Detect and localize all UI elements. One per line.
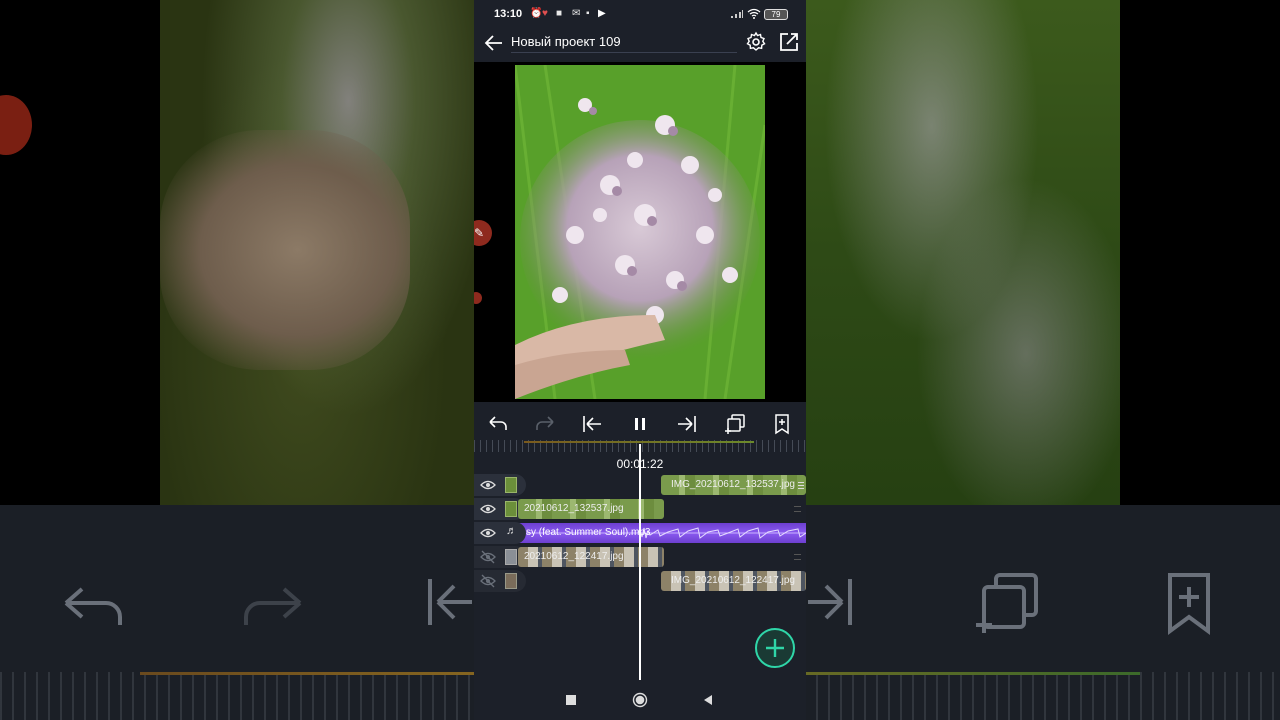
track-handle[interactable] bbox=[474, 570, 526, 592]
visibility-eye-icon[interactable] bbox=[480, 525, 496, 541]
battery-indicator: 79 bbox=[764, 9, 788, 20]
track-handle[interactable]: ♬ bbox=[474, 522, 526, 544]
timeline-clip[interactable]: IMG_20210612_122417.jpg bbox=[661, 571, 806, 591]
background-bookmark-icon bbox=[1168, 573, 1210, 635]
video-preview[interactable]: ✎ bbox=[474, 62, 806, 402]
camera-icon: ▪ bbox=[586, 8, 590, 19]
bookmark-add-icon[interactable] bbox=[770, 412, 794, 436]
track-handle[interactable] bbox=[474, 474, 526, 496]
clip-label: IMG_20210612_132537.jpg bbox=[671, 479, 795, 490]
music-note-icon: ♬ bbox=[506, 525, 517, 537]
wifi-icon bbox=[747, 8, 761, 19]
app-notification-icon: ♥ bbox=[542, 8, 548, 19]
add-media-button[interactable] bbox=[755, 628, 795, 668]
android-nav-bar bbox=[474, 680, 806, 720]
background-redo-icon bbox=[244, 587, 302, 625]
background-blur-right bbox=[806, 0, 1120, 505]
project-title[interactable]: Новый проект 109 bbox=[511, 34, 621, 49]
audio-clip[interactable]: sy (feat. Summer Soul).mp3 bbox=[518, 523, 806, 543]
top-bar: Новый проект 109 bbox=[474, 26, 806, 62]
edge-indicator-dot bbox=[474, 292, 482, 304]
preview-photo bbox=[515, 65, 765, 399]
track-thumbnail bbox=[505, 477, 517, 493]
visibility-eye-icon[interactable] bbox=[480, 477, 496, 493]
plus-icon bbox=[766, 639, 784, 657]
phone-screen: 13:10 ⏰ ♥ ■ ✉ ▪ ▶ 79 Новый проект 109 ✎ … bbox=[474, 0, 806, 720]
skip-start-icon[interactable] bbox=[580, 412, 604, 436]
playhead[interactable] bbox=[639, 444, 641, 680]
background-skip-end-icon bbox=[808, 579, 852, 625]
youtube-icon: ▶ bbox=[598, 8, 606, 19]
duplicate-icon[interactable] bbox=[723, 412, 747, 436]
background-hand bbox=[160, 130, 410, 370]
visibility-hidden-eye-icon[interactable] bbox=[480, 573, 496, 589]
home-circle-icon[interactable] bbox=[632, 692, 648, 708]
track-thumbnail bbox=[505, 549, 517, 565]
signal-icon bbox=[731, 10, 743, 18]
mail-icon: ✉ bbox=[572, 8, 581, 19]
alarm-icon: ⏰ bbox=[530, 8, 543, 19]
edit-brush-button[interactable]: ✎ bbox=[474, 220, 492, 246]
video-icon: ■ bbox=[556, 8, 563, 19]
timeline-progress bbox=[524, 441, 754, 443]
background-undo-icon bbox=[64, 587, 122, 625]
clip-label: IMG_20210612_122417.jpg bbox=[671, 575, 795, 586]
background-duplicate-icon bbox=[976, 573, 1038, 633]
back-triangle-icon[interactable] bbox=[700, 692, 716, 708]
visibility-hidden-eye-icon[interactable] bbox=[480, 549, 496, 565]
background-blur-left bbox=[160, 0, 474, 505]
status-time: 13:10 bbox=[494, 8, 523, 20]
visibility-eye-icon[interactable] bbox=[480, 501, 496, 517]
track-menu-icon[interactable] bbox=[794, 506, 801, 512]
timeline-clip[interactable]: IMG_20210612_132537.jpg bbox=[661, 475, 806, 495]
clip-label: 20210612_132537.jpg bbox=[524, 503, 624, 514]
undo-icon[interactable] bbox=[486, 412, 510, 436]
gear-icon[interactable] bbox=[744, 30, 768, 54]
track-thumbnail bbox=[505, 501, 517, 517]
background-skip-start-icon bbox=[428, 579, 472, 625]
clip-label: 20210612_122417.jpg bbox=[524, 551, 624, 562]
flowers-illustration bbox=[515, 65, 765, 399]
redo-icon[interactable] bbox=[533, 412, 557, 436]
timeline-clip[interactable]: 20210612_122417.jpg bbox=[518, 547, 664, 567]
pause-icon[interactable] bbox=[628, 412, 652, 436]
skip-end-icon[interactable] bbox=[675, 412, 699, 436]
title-underline bbox=[511, 52, 737, 53]
track-thumbnail bbox=[505, 573, 517, 589]
timeline-clip[interactable]: 20210612_132537.jpg bbox=[518, 499, 664, 519]
back-arrow-icon[interactable] bbox=[482, 31, 506, 55]
export-icon[interactable] bbox=[777, 30, 801, 54]
clip-label: sy (feat. Summer Soul).mp3 bbox=[526, 527, 651, 538]
status-bar: 13:10 ⏰ ♥ ■ ✉ ▪ ▶ 79 bbox=[474, 0, 806, 26]
track-menu-icon[interactable] bbox=[794, 554, 801, 560]
clip-menu-icon[interactable] bbox=[798, 482, 804, 489]
recents-square-icon[interactable] bbox=[563, 692, 579, 708]
background-red-dot bbox=[0, 95, 32, 155]
